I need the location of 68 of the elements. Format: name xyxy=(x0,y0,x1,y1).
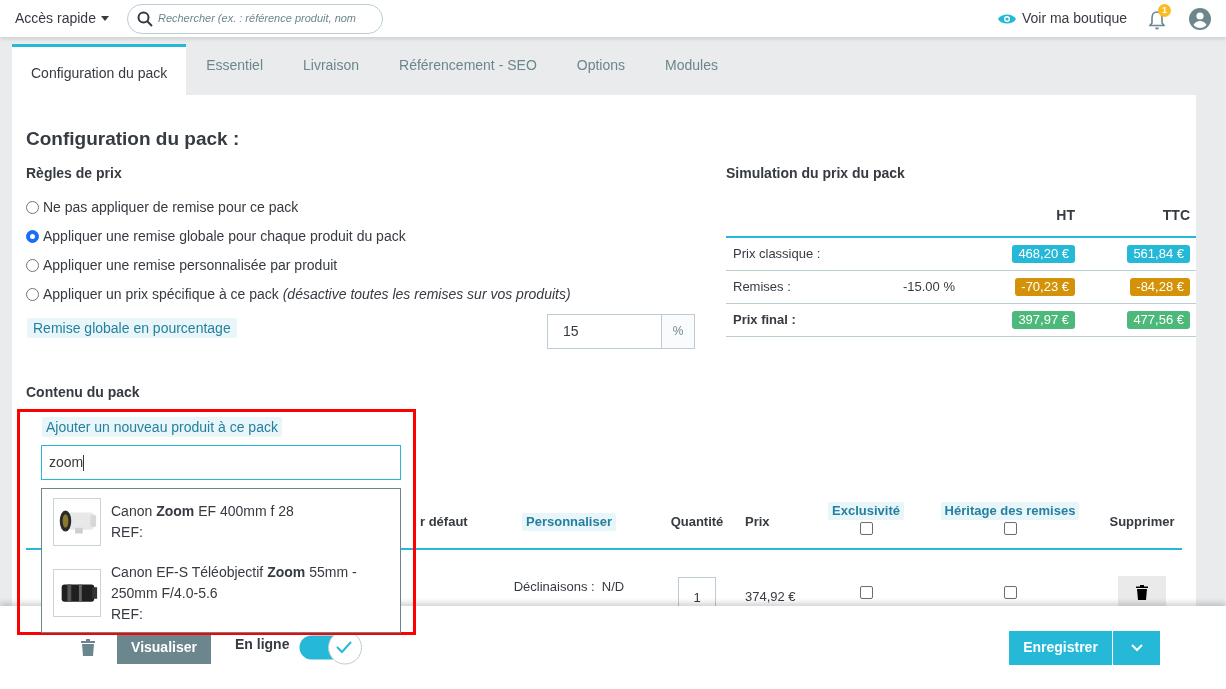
eye-icon xyxy=(997,12,1016,25)
field-label: Remise globale en pourcentage xyxy=(27,318,237,338)
radio-label: Appliquer un prix spécifique à ce pack (désactive toutes les remises sur vos produits) xyxy=(43,285,571,304)
field-value: 15 xyxy=(562,322,580,341)
trash-icon xyxy=(1136,585,1148,600)
discount-field[interactable]: 15 % xyxy=(547,314,695,349)
row-label: Remises : xyxy=(732,278,792,297)
column-header: HT xyxy=(1055,206,1075,225)
radio-option[interactable]: Appliquer une remise personnalisée par produit xyxy=(26,251,695,280)
radio-button[interactable] xyxy=(26,288,39,301)
radio-label: Appliquer une remise globale pour chaque produit du pack xyxy=(43,227,406,246)
notification-badge: 1 xyxy=(1158,3,1171,17)
suggestion-item[interactable]: Canon EF-S Téléobjectif Zoom 55mm - 250mm F/4.0-5.6 REF: xyxy=(42,554,400,632)
column-header: TTC xyxy=(1161,206,1191,225)
view-shop-link[interactable]: Voir ma boutique xyxy=(997,8,1127,29)
column-header: r défaut xyxy=(420,513,469,532)
placeholder-text: Rechercher (ex. : référence produit, nom xyxy=(157,11,357,27)
quick-access-menu[interactable]: Accès rapide xyxy=(15,8,109,29)
subsection-title: Règles de prix xyxy=(26,164,123,182)
column-header: Personnaliser xyxy=(522,513,616,531)
variants-text: Déclinaisons : N/D xyxy=(512,578,626,596)
product-ref: REF: xyxy=(111,522,144,542)
column-header: Quantité xyxy=(669,513,725,532)
tab[interactable]: Configuration du pack xyxy=(12,44,187,95)
price-badge: 561,84 € xyxy=(1127,245,1190,263)
subsection-title: Simulation du prix du pack xyxy=(726,164,906,182)
discount-rate: -15.00 % xyxy=(901,278,955,297)
column-header: Héritage des remises xyxy=(940,501,1080,520)
radio-option[interactable]: Ne pas appliquer de remise pour ce pack xyxy=(26,193,695,222)
column-header: Supprimer xyxy=(1108,513,1176,532)
checkbox[interactable] xyxy=(1003,586,1017,599)
radio-button[interactable] xyxy=(26,259,39,272)
row-label: Prix final : xyxy=(732,311,797,330)
price-badge: -84,28 € xyxy=(1130,278,1190,296)
field-label: Ajouter un nouveau produit à ce pack xyxy=(42,417,282,437)
toggle-label: En ligne xyxy=(235,635,290,654)
delete-button[interactable] xyxy=(1118,576,1166,606)
caret-icon xyxy=(100,16,109,21)
price-badge: 468,20 € xyxy=(1012,245,1075,263)
product-name: Canon Zoom EF 400mm f 28 xyxy=(111,501,294,521)
product-search-field[interactable]: zoom xyxy=(41,445,401,480)
column-header: Exclusivité xyxy=(828,501,904,520)
radio-button[interactable] xyxy=(26,230,39,243)
radio-option[interactable]: Appliquer une remise globale pour chaque produit du pack xyxy=(26,222,695,251)
unit-addon: % xyxy=(661,315,694,348)
save-options-button[interactable] xyxy=(1113,630,1160,665)
product-ref: REF: xyxy=(111,604,144,624)
price-badge: -70,23 € xyxy=(1015,278,1075,296)
checkbox[interactable] xyxy=(859,586,873,599)
chevron-down-icon xyxy=(1130,643,1143,652)
checkbox[interactable] xyxy=(859,521,873,535)
price-text: 374,92 € xyxy=(744,588,797,606)
section-title: Configuration du pack : xyxy=(26,127,241,151)
product-name: Canon EF-S Téléobjectif Zoom 55mm - 250mm F/4.0-5.6 xyxy=(111,562,358,603)
price-badge: 477,56 € xyxy=(1127,311,1190,329)
suggestion-item[interactable]: Canon Zoom EF 400mm f 28 REF: xyxy=(42,489,400,554)
user-avatar-icon[interactable] xyxy=(1189,7,1211,30)
radio-option[interactable]: Appliquer un prix spécifique à ce pack (désactive toutes les remises sur vos produits) xyxy=(26,280,695,309)
search-icon xyxy=(136,10,153,27)
price-badge: 397,97 € xyxy=(1012,311,1075,329)
radio-button[interactable] xyxy=(26,201,39,214)
checkbox[interactable] xyxy=(1003,521,1017,535)
row-label: Prix classique : xyxy=(732,245,822,264)
radio-label: Ne pas appliquer de remise pour ce pack xyxy=(43,198,299,217)
column-header: Prix xyxy=(744,513,771,532)
trash-icon[interactable] xyxy=(81,639,95,656)
subsection-title: Contenu du pack xyxy=(26,383,141,401)
radio-label: Appliquer une remise personnalisée par produit xyxy=(43,256,338,275)
